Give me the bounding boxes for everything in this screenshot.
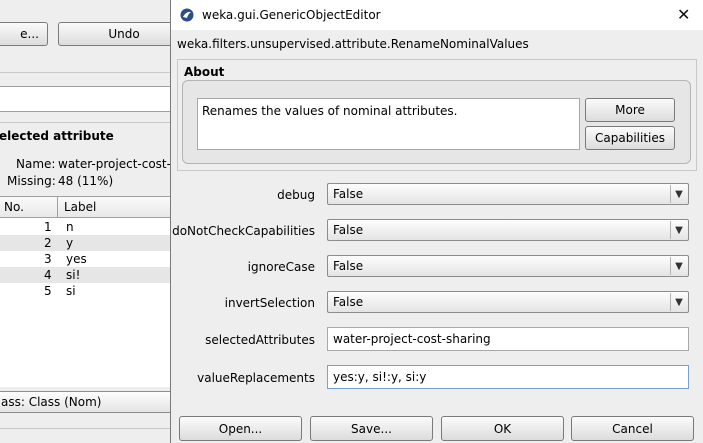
- selected-attributes-value: water-project-cost-sharing: [333, 332, 491, 346]
- missing-label: Missing:: [7, 174, 56, 188]
- row-no: 2: [44, 236, 52, 250]
- filter-config-field[interactable]: [0, 86, 172, 112]
- divider: [0, 428, 172, 429]
- dropdown-arrow-icon: ▼: [670, 257, 687, 275]
- row-label: si: [66, 284, 76, 298]
- debug-value: False: [333, 187, 364, 201]
- dropdown-arrow-icon: ▼: [670, 293, 687, 311]
- weka-bird-icon: [180, 8, 194, 22]
- row-no: 5: [44, 284, 52, 298]
- background-explorer-window: e... Undo elected attribute Name: water-…: [0, 0, 172, 443]
- dropdown-arrow-icon: ▼: [670, 185, 687, 203]
- do-not-check-capabilities-label: doNotCheckCapabilities: [172, 224, 315, 238]
- invert-selection-value: False: [333, 295, 364, 309]
- dropdown-arrow-icon: ▼: [670, 221, 687, 239]
- do-not-check-capabilities-dropdown[interactable]: False ▼: [327, 219, 689, 241]
- invert-selection-dropdown[interactable]: False ▼: [327, 291, 689, 313]
- debug-label: debug: [277, 188, 315, 202]
- title-bar[interactable]: weka.gui.GenericObjectEditor ✕: [171, 0, 703, 30]
- close-icon[interactable]: ✕: [677, 5, 690, 24]
- label-table: No. Label 1 n 2 y 3 yes 4 si! 5 si: [0, 196, 172, 387]
- row-label: yes: [66, 252, 87, 266]
- table-row[interactable]: 2 y: [0, 235, 172, 251]
- header-label[interactable]: Label: [64, 200, 96, 214]
- undo-button[interactable]: Undo: [58, 22, 172, 46]
- ignore-case-dropdown[interactable]: False ▼: [327, 255, 689, 277]
- row-label: y: [66, 236, 74, 250]
- do-not-check-capabilities-value: False: [333, 223, 364, 237]
- row-label: n: [66, 220, 74, 234]
- save-button[interactable]: Save...: [310, 416, 433, 441]
- class-selector-value: ass: Class (Nom): [1, 395, 102, 409]
- selected-attributes-label: selectedAttributes: [205, 333, 315, 347]
- generic-object-editor-dialog: weka.gui.GenericObjectEditor ✕ weka.filt…: [170, 0, 703, 443]
- ok-button[interactable]: OK: [441, 416, 564, 441]
- about-description-box: Renames the values of nominal attributes…: [197, 98, 580, 150]
- invert-selection-label: invertSelection: [224, 296, 315, 310]
- name-label: Name:: [16, 157, 56, 171]
- row-label: si!: [66, 268, 81, 282]
- more-button[interactable]: More: [585, 98, 675, 122]
- row-no: 3: [44, 252, 52, 266]
- row-no: 1: [44, 220, 52, 234]
- class-name: weka.filters.unsupervised.attribute.Rena…: [177, 37, 529, 51]
- value-replacements-field[interactable]: yes:y, si!:y, si:y: [327, 365, 689, 389]
- debug-dropdown[interactable]: False ▼: [327, 183, 689, 205]
- table-row[interactable]: 4 si!: [0, 267, 172, 283]
- header-divider: [57, 197, 58, 217]
- about-heading: About: [184, 65, 225, 79]
- about-description: Renames the values of nominal attributes…: [202, 104, 458, 118]
- cancel-button[interactable]: Cancel: [571, 416, 694, 441]
- name-value: water-project-cost-sh: [58, 157, 172, 171]
- selected-attribute-title: elected attribute: [0, 129, 114, 143]
- missing-value: 48 (11%): [58, 174, 114, 188]
- capabilities-button[interactable]: Capabilities: [585, 126, 675, 150]
- table-header: No. Label: [0, 197, 172, 218]
- window-title: weka.gui.GenericObjectEditor: [202, 8, 381, 22]
- table-row[interactable]: 1 n: [0, 219, 172, 235]
- partial-button[interactable]: e...: [0, 22, 48, 46]
- header-no[interactable]: No.: [4, 200, 24, 214]
- row-no: 4: [44, 268, 52, 282]
- value-replacements-value: yes:y, si!:y, si:y: [333, 370, 427, 384]
- divider: [0, 72, 172, 73]
- ignore-case-label: ignoreCase: [247, 260, 315, 274]
- open-button[interactable]: Open...: [179, 416, 302, 441]
- selected-attributes-field[interactable]: water-project-cost-sharing: [327, 327, 689, 351]
- table-row[interactable]: 5 si: [0, 283, 172, 299]
- value-replacements-label: valueReplacements: [197, 371, 315, 385]
- table-row[interactable]: 3 yes: [0, 251, 172, 267]
- ignore-case-value: False: [333, 259, 364, 273]
- class-selector[interactable]: ass: Class (Nom): [0, 391, 172, 413]
